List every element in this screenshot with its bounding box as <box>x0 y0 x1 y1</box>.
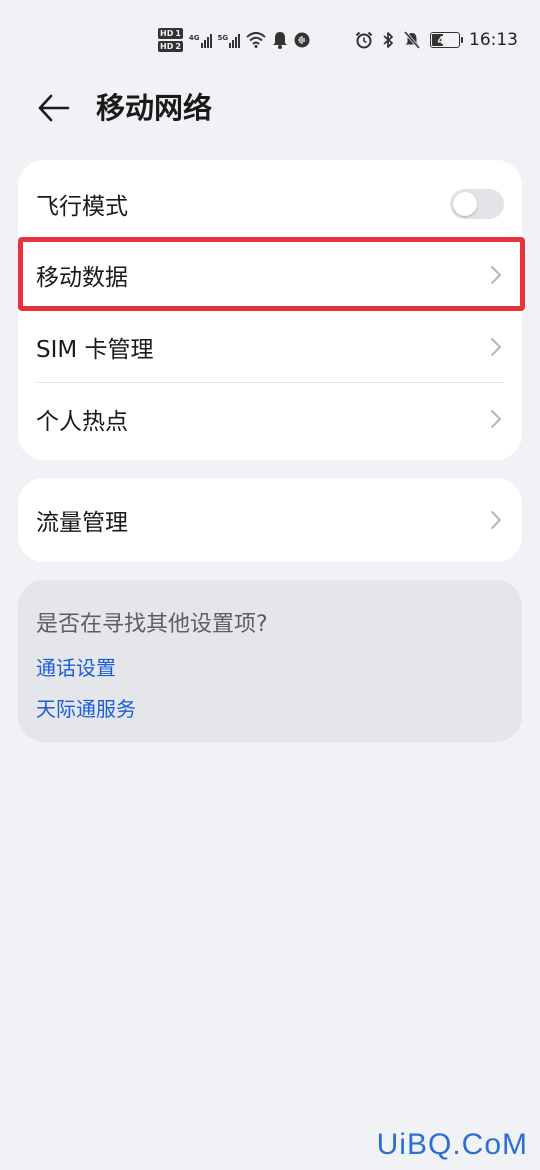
skytone-service-link[interactable]: 天际通服务 <box>36 693 136 722</box>
traffic-management-card: 流量管理 <box>18 478 522 562</box>
airplane-mode-row[interactable]: 飞行模式 <box>18 168 522 240</box>
airplane-mode-label: 飞行模式 <box>36 194 128 220</box>
wifi-icon <box>246 32 266 48</box>
personal-hotspot-row[interactable]: 个人热点 <box>18 383 522 455</box>
airplane-mode-toggle[interactable] <box>450 189 504 219</box>
sim-number-1: 1 <box>175 29 181 38</box>
battery-icon: 47 <box>430 32 463 48</box>
hd-tag-sim2: HD 2 <box>158 41 183 52</box>
network-type-2: 5G <box>217 34 229 42</box>
watermark: UiBQ.CoM <box>376 1128 528 1161</box>
mobile-data-row[interactable]: 移动数据 <box>18 239 522 311</box>
mute-icon <box>403 31 421 49</box>
sim1-signal: 4G <box>189 32 212 48</box>
chevron-right-icon <box>491 511 501 529</box>
call-settings-link[interactable]: 通话设置 <box>36 652 116 681</box>
suggestions-card: 是否在寻找其他设置项? 通话设置 天际通服务 <box>18 580 522 742</box>
page-title: 移动网络 <box>96 91 213 125</box>
clock: 16:13 <box>469 30 518 50</box>
mobile-data-label: 移动数据 <box>36 265 128 291</box>
back-arrow-icon[interactable] <box>36 90 72 126</box>
status-bar-right: 47 16:13 <box>355 28 518 52</box>
hd-label-2: HD <box>160 42 174 51</box>
signal-icon <box>229 32 241 48</box>
hd-indicator: HD 1 HD 2 <box>158 28 183 52</box>
network-type-1: 4G <box>188 34 200 42</box>
chevron-right-icon <box>491 266 501 284</box>
notification-bell-icon <box>272 31 288 49</box>
status-bar-left: HD 1 HD 2 4G 5G <box>158 24 310 56</box>
sim-card-management-row[interactable]: SIM 卡管理 <box>18 311 522 383</box>
header: 移动网络 <box>0 78 540 138</box>
chevron-right-icon <box>491 410 501 428</box>
mobile-network-settings-card: 飞行模式 移动数据 SIM 卡管理 个人热点 <box>18 160 522 460</box>
signal-icon <box>200 32 212 48</box>
hd-tag-sim1: HD 1 <box>158 28 183 39</box>
suggestions-title: 是否在寻找其他设置项? <box>36 612 268 637</box>
traffic-management-label: 流量管理 <box>36 510 128 536</box>
voice-assistant-icon <box>294 32 310 48</box>
toggle-knob <box>453 192 477 216</box>
battery-level: 47 <box>437 33 453 47</box>
alarm-icon <box>355 31 373 49</box>
hd-label-1: HD <box>160 29 174 38</box>
personal-hotspot-label: 个人热点 <box>36 409 128 435</box>
sim-number-2: 2 <box>175 42 181 51</box>
status-bar: HD 1 HD 2 4G 5G 47 16:13 <box>0 0 540 80</box>
bluetooth-icon <box>382 31 394 49</box>
sim2-signal: 5G <box>218 32 241 48</box>
chevron-right-icon <box>491 338 501 356</box>
sim-card-management-label: SIM 卡管理 <box>36 337 154 363</box>
traffic-management-row[interactable]: 流量管理 <box>18 484 522 556</box>
